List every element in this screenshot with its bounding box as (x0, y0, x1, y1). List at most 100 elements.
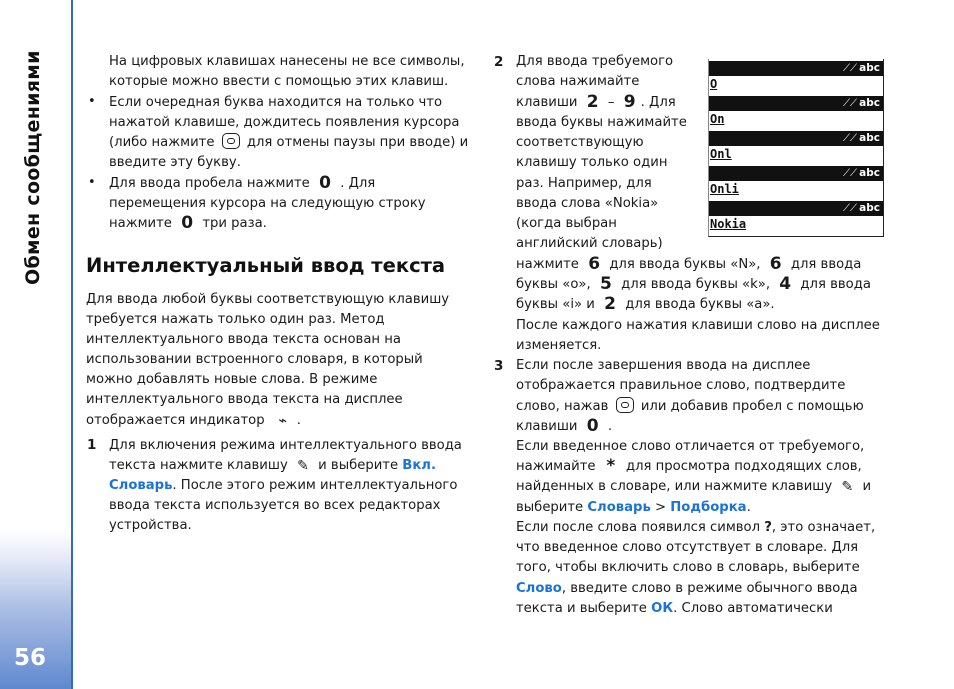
mode-label: abc (859, 167, 880, 179)
star-key-icon: * (606, 456, 616, 476)
text: . Для (640, 95, 676, 110)
step-text: найденных в словаре, или нажмите клавишу… (516, 477, 871, 497)
text: . (296, 413, 301, 428)
predictive-icon: ⟋⟋ (843, 98, 857, 109)
para-line: можно добавлять новые слова. В режиме (86, 372, 378, 387)
text: найденных в словаре, или нажмите клавишу (516, 479, 833, 494)
intro-line: которые можно ввести с помощью этих клав… (109, 74, 449, 89)
text: текста нажмите клавишу (109, 458, 288, 473)
step-text: (когда выбран (516, 216, 617, 231)
step-text: клавиши 0 . (516, 417, 612, 437)
text: буквы «i» и (516, 297, 595, 312)
menu-option-slovo[interactable]: Слово (516, 581, 562, 596)
screen-word: Onli (710, 182, 739, 196)
predictive-indicator-icon: ⌁ (278, 413, 288, 429)
step-text: Для ввода требуемого (516, 54, 674, 69)
mode-label: abc (859, 202, 880, 214)
text: или добавив пробел с помощью (640, 399, 864, 414)
step-text: ввода буквы нажимайте (516, 115, 687, 130)
menu-option-ok[interactable]: ОК (651, 601, 673, 616)
step-text: ввода слова «Nokia» (516, 196, 659, 211)
status-bar: ⟋⟋ abc (709, 96, 883, 111)
step-text: что введенное слово отсутствует в словар… (516, 540, 859, 555)
text: Если после слова появился символ (516, 520, 761, 535)
text: . Слово автоматически (673, 601, 833, 616)
step-text: раз. Например, для (516, 176, 652, 191)
key-6-icon: 6 (769, 254, 782, 274)
predictive-icon: ⟋⟋ (843, 63, 857, 74)
text: . (746, 500, 751, 515)
bullet-text: нажатой клавише, дождитесь появления кур… (109, 115, 460, 130)
key-2-icon: 2 (586, 92, 599, 112)
mode-label: abc (859, 97, 880, 109)
step-text: текста и выберите ОК. Слово автоматическ… (516, 599, 833, 619)
text: для ввода буквы «N», (609, 257, 761, 272)
pencil-key-icon: ✎ (297, 458, 309, 474)
text: для ввода (800, 277, 871, 292)
key-4-icon: 4 (779, 274, 792, 294)
text: клавиши (516, 95, 578, 110)
key-2-icon: 2 (604, 294, 616, 314)
mode-label: abc (859, 62, 880, 74)
step-number: 2 (494, 54, 504, 70)
text: – (607, 95, 615, 110)
text: для ввода буквы «k», (621, 277, 771, 292)
step-text: Слово, введите слово в режиме обычного в… (516, 579, 858, 599)
menu-option-vkl[interactable]: Вкл. (402, 458, 436, 473)
step-number: 1 (87, 437, 97, 453)
key-6-icon: 6 (588, 254, 601, 274)
para-line: отображается индикатор ⌁. (86, 411, 301, 431)
mode-label: abc (859, 132, 880, 144)
bullet-text: введите эту букву. (109, 155, 241, 170)
step-text: Словарь. После этого режим интеллектуаль… (109, 476, 457, 496)
step-text: Если введенное слово отличается от требу… (516, 439, 865, 454)
text: . После этого режим интеллектуального (172, 478, 458, 493)
text: слово, нажав (516, 399, 609, 414)
step-text: английский словарь) (516, 236, 663, 251)
step-text: изменяется. (516, 338, 602, 353)
intro-line: На цифровых клавишах нанесены не все сим… (109, 54, 465, 69)
step-text: устройства. (109, 518, 192, 533)
para-line: требуется нажать только один раз. Метод (86, 312, 385, 327)
bullet-text: Если очередная буква находится на только… (109, 95, 443, 110)
step-text: Если после завершения ввода на дисплее (516, 358, 811, 373)
text: отображается индикатор (86, 413, 265, 428)
section-title: Обмен сообщениями (22, 50, 44, 285)
text: и (862, 479, 872, 494)
bullet: • (88, 94, 96, 109)
step-text: выберите Словарь > Подборка. (516, 498, 751, 518)
text: буквы «o», (516, 277, 591, 292)
key-5-icon: 5 (599, 274, 612, 294)
status-bar: ⟋⟋ abc (709, 166, 883, 181)
text: (либо нажмите (109, 135, 215, 150)
navi-key-icon (221, 133, 240, 149)
text: . Для (340, 176, 376, 191)
page-number: 56 (14, 645, 47, 671)
predictive-icon: ⟋⟋ (843, 203, 857, 214)
predictive-icon: ⟋⟋ (843, 133, 857, 144)
text: выберите (516, 500, 584, 515)
key-0-icon: 0 (586, 416, 599, 436)
bullet-text: перемещения курсора на следующую строку (109, 196, 426, 211)
text: нажмите (516, 257, 579, 272)
menu-option-podborka[interactable]: Подборка (670, 500, 746, 515)
status-bar: ⟋⟋ abc (709, 201, 883, 216)
menu-option-slovar[interactable]: Словарь (109, 478, 172, 493)
para-line: интеллектуального ввода текста на диспле… (86, 392, 403, 407)
step-number: 3 (494, 358, 504, 374)
menu-option-slovar[interactable]: Словарь (587, 500, 650, 515)
text: , введите слово в режиме обычного ввода (561, 581, 858, 596)
step-text: слово, нажав или добавив пробел с помощь… (516, 397, 864, 417)
sidebar-divider (71, 0, 73, 689)
text: . (607, 419, 613, 434)
screen-word: On (710, 112, 725, 126)
step-text: соответствующую (516, 135, 644, 150)
text: текста и выберите (516, 601, 647, 616)
bullet-text: Для ввода пробела нажмите 0 . Для (109, 174, 375, 194)
bullet-text: (либо нажмите для отмены паузы при вводе… (109, 133, 468, 153)
step-text: буквы «i» и 2 для ввода буквы «a». (516, 295, 775, 315)
text: для просмотра подходящих слов, (625, 459, 862, 474)
screen-word: O (710, 77, 718, 91)
bullet: • (88, 175, 96, 190)
text: для ввода (790, 257, 862, 272)
